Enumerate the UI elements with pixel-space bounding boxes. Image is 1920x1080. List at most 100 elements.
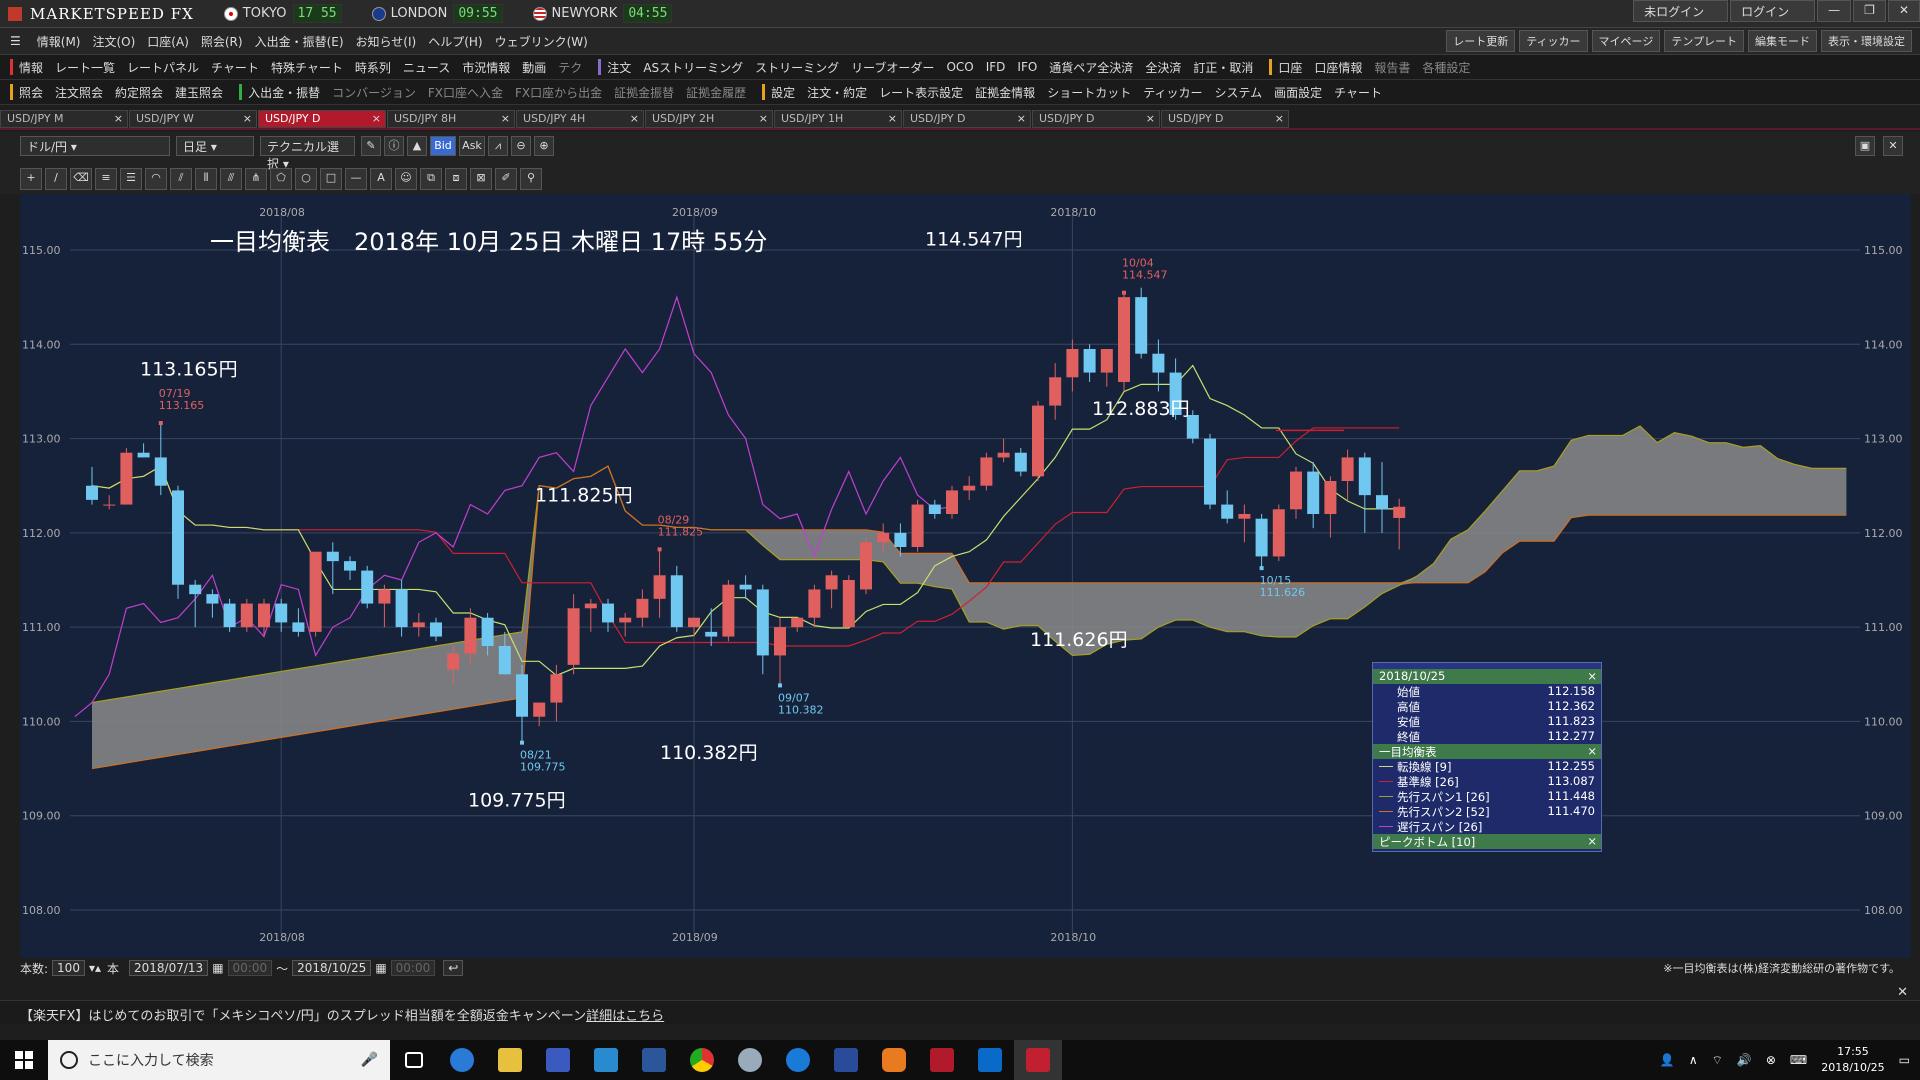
channel-icon[interactable]: ⫻ bbox=[220, 168, 242, 190]
count-stepper-icon[interactable]: ▾▴ bbox=[89, 961, 101, 975]
zoom-in-icon[interactable]: ⊕ bbox=[534, 136, 554, 156]
from-time-input[interactable]: 00:00 bbox=[227, 960, 273, 976]
tab-item[interactable]: USD/JPY D × bbox=[903, 110, 1031, 128]
toolbar-item[interactable]: 時系列 bbox=[355, 59, 391, 76]
toolbar-item[interactable]: コンバージョン bbox=[332, 84, 416, 101]
tab-item[interactable]: USD/JPY D × bbox=[1032, 110, 1160, 128]
circle-icon[interactable]: ○ bbox=[295, 168, 317, 190]
marketspeed-icon[interactable] bbox=[918, 1040, 966, 1080]
toolbar-item[interactable]: 建玉照会 bbox=[175, 84, 223, 101]
toolbar-item[interactable]: 照会 bbox=[19, 84, 43, 101]
tab-item[interactable]: USD/JPY 8H × bbox=[387, 110, 515, 128]
toolbar-item[interactable]: 口座 bbox=[1278, 59, 1302, 76]
toolbar-item[interactable]: IFD bbox=[986, 60, 1006, 74]
layer-icon[interactable]: ⧈ bbox=[445, 168, 467, 190]
edge-icon[interactable] bbox=[774, 1040, 822, 1080]
toolbar-item[interactable]: OCO bbox=[946, 60, 973, 74]
refresh-icon[interactable]: ↩ bbox=[443, 960, 464, 976]
tab-item[interactable]: USD/JPY D × bbox=[1161, 110, 1289, 128]
toolbar-item[interactable]: ストリーミング bbox=[755, 59, 839, 76]
toolbar-item[interactable]: チャート bbox=[1334, 84, 1382, 101]
menu-item[interactable]: 注文(O) bbox=[92, 33, 135, 50]
news-link[interactable]: 詳細はこちら bbox=[586, 1009, 664, 1024]
menu-item[interactable]: 口座(A) bbox=[147, 33, 189, 50]
chevron-up-icon[interactable]: ∧ bbox=[1689, 1053, 1698, 1067]
toolbar-item[interactable]: 証拠金情報 bbox=[975, 84, 1035, 101]
close-icon[interactable]: × bbox=[1587, 669, 1597, 683]
chart-type-icon[interactable]: ⩘ bbox=[488, 136, 508, 156]
toolbar-item[interactable]: チャート bbox=[211, 59, 259, 76]
toolbar-item[interactable]: 市況情報 bbox=[462, 59, 510, 76]
close-tab-icon[interactable]: × bbox=[888, 112, 897, 125]
toolbar-item[interactable]: ティッカー bbox=[1143, 84, 1202, 101]
count-input[interactable]: 100 bbox=[52, 960, 85, 976]
toolbar-item[interactable]: IFO bbox=[1017, 60, 1037, 74]
minimize-icon[interactable]: — bbox=[1817, 0, 1852, 22]
hamburger-menu-icon[interactable]: ☰ bbox=[10, 34, 21, 48]
toolbar-item[interactable]: 全決済 bbox=[1145, 59, 1181, 76]
close-tab-icon[interactable]: × bbox=[114, 112, 123, 125]
pen-icon[interactable]: ✎ bbox=[361, 136, 381, 156]
toolbar-item[interactable]: 注文・約定 bbox=[807, 84, 867, 101]
menu-item[interactable]: 情報(M) bbox=[37, 33, 81, 50]
chrome-icon[interactable] bbox=[678, 1040, 726, 1080]
microphone-icon[interactable]: 🎤 bbox=[361, 1052, 378, 1068]
menu-item[interactable]: ウェブリンク(W) bbox=[495, 33, 588, 50]
toolbar-item[interactable]: 注文照会 bbox=[55, 84, 103, 101]
people-icon[interactable]: 👤 bbox=[1660, 1053, 1675, 1067]
toolbar-item[interactable]: 設定 bbox=[771, 84, 795, 101]
file-explorer-icon[interactable] bbox=[486, 1040, 534, 1080]
toolbar-item[interactable]: 訂正・取消 bbox=[1193, 59, 1253, 76]
restore-icon[interactable]: ❐ bbox=[1853, 0, 1886, 22]
template-button[interactable]: テンプレート bbox=[1664, 30, 1744, 52]
to-time-input[interactable]: 00:00 bbox=[390, 960, 436, 976]
horizontal-lines-icon[interactable]: ≡ bbox=[95, 168, 117, 190]
feather-icon[interactable] bbox=[822, 1040, 870, 1080]
delete-icon[interactable]: ⊠ bbox=[470, 168, 492, 190]
to-date-input[interactable]: 2018/10/25 bbox=[292, 960, 372, 976]
trendline-icon[interactable]: / bbox=[45, 168, 67, 190]
fan-icon[interactable]: ⫽ bbox=[170, 168, 192, 190]
close-tab-icon[interactable]: × bbox=[759, 112, 768, 125]
display-settings-button[interactable]: 表示・環境設定 bbox=[1821, 30, 1912, 52]
period-select[interactable]: 日足 ▾ bbox=[176, 136, 254, 156]
toolbar-item[interactable]: ニュース bbox=[403, 59, 450, 76]
vertical-lines-icon[interactable]: ⦀ bbox=[195, 168, 217, 190]
maximize-chart-icon[interactable]: ▣ bbox=[1855, 136, 1875, 156]
toolbar-item[interactable]: システム bbox=[1214, 84, 1262, 101]
toolbar-item[interactable]: ショートカット bbox=[1047, 84, 1131, 101]
chart-area[interactable]: 115.00 115.00 114.00 114.00 113.00 113.00 112.… bbox=[20, 194, 1911, 958]
zoom-out-icon[interactable]: ⊖ bbox=[511, 136, 531, 156]
close-icon[interactable]: × bbox=[1587, 744, 1597, 758]
app-orange-icon[interactable] bbox=[870, 1040, 918, 1080]
rectangle-icon[interactable]: □ bbox=[320, 168, 342, 190]
toolbar-item[interactable]: レート表示設定 bbox=[879, 84, 963, 101]
windows-start-icon[interactable] bbox=[0, 1040, 48, 1080]
from-date-input[interactable]: 2018/07/13 bbox=[129, 960, 209, 976]
marketspeed-fx-icon[interactable] bbox=[1014, 1040, 1062, 1080]
close-icon[interactable]: ✕ bbox=[1887, 0, 1920, 22]
close-chart-icon[interactable]: ✕ bbox=[1883, 136, 1903, 156]
taskbar-clock[interactable]: 17:55 2018/10/25 bbox=[1821, 1044, 1884, 1076]
tab-item[interactable]: USD/JPY W × bbox=[129, 110, 257, 128]
emoji-icon[interactable]: ☺ bbox=[395, 168, 417, 190]
volume-icon[interactable]: 🔊 bbox=[1737, 1053, 1752, 1067]
edit-icon[interactable]: ✐ bbox=[495, 168, 517, 190]
ticker-button[interactable]: ティッカー bbox=[1519, 30, 1588, 52]
task-view-icon[interactable] bbox=[390, 1040, 438, 1080]
bid-button[interactable]: Bid bbox=[430, 136, 456, 156]
toolbar-item[interactable]: 報告書 bbox=[1374, 59, 1410, 76]
toolbar-item[interactable]: 特殊チャート bbox=[271, 59, 343, 76]
network-icon[interactable]: ⌔ bbox=[1712, 1053, 1723, 1068]
ask-button[interactable]: Ask bbox=[459, 136, 485, 156]
close-tab-icon[interactable]: × bbox=[372, 112, 381, 125]
toolbar-item[interactable]: 注文 bbox=[607, 59, 631, 76]
pitchfork-icon[interactable]: ⋔ bbox=[245, 168, 267, 190]
toolbar-item[interactable]: 口座情報 bbox=[1314, 59, 1362, 76]
menu-item[interactable]: お知らせ(I) bbox=[356, 33, 417, 50]
toolbar-item[interactable]: 各種設定 bbox=[1422, 59, 1470, 76]
outlook-icon[interactable] bbox=[966, 1040, 1014, 1080]
toolbar-item[interactable]: FX口座から出金 bbox=[515, 84, 602, 101]
toolbar-item[interactable]: 約定照会 bbox=[115, 84, 163, 101]
tab-item[interactable]: USD/JPY D × bbox=[258, 110, 386, 128]
